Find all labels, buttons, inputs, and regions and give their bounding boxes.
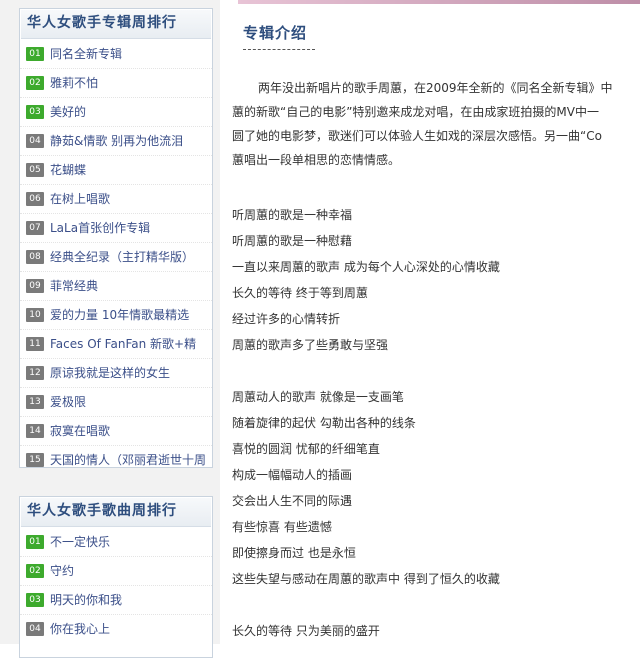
rank-number-badge: 06 <box>26 192 44 206</box>
stanza-gap <box>232 592 640 618</box>
lyric-line: 交会出人生不同的际遇 <box>232 494 353 508</box>
intro-line: 蕙的新歌“自己的电影”特别邀来成龙对唱，在由成家班拍摄的MV中一 <box>232 105 599 119</box>
lyric-line: 周蕙动人的歌声 就像是一支画笔 <box>232 390 404 404</box>
lyrics-block: 听周蕙的歌是一种幸福 听周蕙的歌是一种慰藉一直以来周蕙的歌声 成为每个人心深处的心… <box>232 202 640 644</box>
rank-number-badge: 03 <box>26 593 44 607</box>
sidebar: 华人女歌手专辑周排行 01 同名全新专辑 02 雅莉不怕 03 美好的 04 静茹&情歌 别再… <box>0 0 220 658</box>
rank-item[interactable]: 06 在树上唱歌 <box>20 185 212 214</box>
rank-item[interactable]: 12 原谅我就是这样的女生 <box>20 359 212 388</box>
rank-item-link[interactable]: 花蝴蝶 <box>50 156 86 184</box>
rank-item-link[interactable]: 同名全新专辑 <box>50 40 122 68</box>
rank-number-badge: 10 <box>26 308 44 322</box>
rank-item[interactable]: 07 LaLa首张创作专辑 <box>20 214 212 243</box>
rank-item-link[interactable]: LaLa首张创作专辑 <box>50 214 150 242</box>
rank-number-badge: 14 <box>26 424 44 438</box>
album-ranking-panel: 华人女歌手专辑周排行 01 同名全新专辑 02 雅莉不怕 03 美好的 04 静茹&情歌 别再… <box>19 8 213 468</box>
intro-line: 圆了她的电影梦，歌迷们可以体验人生如戏的深层次感悟。另一曲“Co <box>232 129 602 143</box>
rank-number-badge: 15 <box>26 453 44 467</box>
rank-number-badge: 02 <box>26 76 44 90</box>
rank-item-link[interactable]: 在树上唱歌 <box>50 185 110 213</box>
lyric-line: 听周蕙的歌是一种慰藉 <box>232 234 353 248</box>
rank-item[interactable]: 08 经典全纪录（主打精华版） <box>20 243 212 272</box>
album-ranking-title: 华人女歌手专辑周排行 <box>21 10 211 39</box>
banner-image-edge <box>238 0 640 4</box>
rank-item[interactable]: 03 美好的 <box>20 98 212 127</box>
stanza-gap <box>232 358 640 384</box>
rank-item[interactable]: 13 爱极限 <box>20 388 212 417</box>
intro-line: 蕙唱出一段单相思的恋情情感。 <box>232 153 401 167</box>
song-ranking-panel: 华人女歌手歌曲周排行 01 不一定快乐 02 守约 03 明天的你和我 04 你在我心上 <box>19 496 213 658</box>
rank-number-badge: 13 <box>26 395 44 409</box>
rank-item-link[interactable]: 不一定快乐 <box>50 528 110 556</box>
lyric-line: 周蕙的歌声多了些勇敢与坚强 <box>232 338 389 352</box>
lyric-line: 构成一幅幅动人的插画 <box>232 468 353 482</box>
rank-item-link[interactable]: 寂寞在唱歌 <box>50 417 110 445</box>
lyric-line: 有些惊喜 有些遗憾 <box>232 520 332 534</box>
intro-line: 两年没出新唱片的歌手周蕙，在2009年全新的《同名全新专辑》中 <box>258 81 613 95</box>
rank-item[interactable]: 01 不一定快乐 <box>20 528 212 557</box>
album-intro: 两年没出新唱片的歌手周蕙，在2009年全新的《同名全新专辑》中 蕙的新歌“自己的… <box>232 76 640 172</box>
song-ranking-title: 华人女歌手歌曲周排行 <box>21 498 211 527</box>
rank-item-link[interactable]: 美好的 <box>50 98 86 126</box>
rank-item[interactable]: 02 雅莉不怕 <box>20 69 212 98</box>
rank-number-badge: 05 <box>26 163 44 177</box>
rank-item[interactable]: 04 静茹&情歌 别再为他流泪 <box>20 127 212 156</box>
rank-number-badge: 01 <box>26 47 44 61</box>
rank-item-link[interactable]: 菲常经典 <box>50 272 98 300</box>
lyric-line: 一直以来周蕙的歌声 成为每个人心深处的心情收藏 <box>232 260 500 274</box>
lyric-line: 即使擦身而过 也是永恒 <box>232 546 356 560</box>
lyric-line: 长久的等待 只为美丽的盛开 <box>232 624 380 638</box>
rank-number-badge: 04 <box>26 134 44 148</box>
rank-item-link[interactable]: 原谅我就是这样的女生 <box>50 359 170 387</box>
rank-number-badge: 03 <box>26 105 44 119</box>
rank-number-badge: 11 <box>26 337 44 351</box>
lyric-line: 经过许多的心情转折 <box>232 312 341 326</box>
rank-number-badge: 12 <box>26 366 44 380</box>
rank-item[interactable]: 11 Faces Of FanFan 新歌+精 <box>20 330 212 359</box>
rank-item-link[interactable]: 雅莉不怕 <box>50 69 98 97</box>
rank-item-link[interactable]: 天国的情人（邓丽君逝世十周 <box>50 446 206 474</box>
lyric-line: 这些失望与感动在周蕙的歌声中 得到了恒久的收藏 <box>232 572 500 586</box>
rank-number-badge: 02 <box>26 564 44 578</box>
rank-item-link[interactable]: 守约 <box>50 557 74 585</box>
rank-number-badge: 01 <box>26 535 44 549</box>
rank-item[interactable]: 10 爱的力量 10年情歌最精选 <box>20 301 212 330</box>
rank-item-link[interactable]: 爱极限 <box>50 388 86 416</box>
rank-item-link[interactable]: 爱的力量 10年情歌最精选 <box>50 301 189 329</box>
rank-item-link[interactable]: Faces Of FanFan 新歌+精 <box>50 330 196 358</box>
rank-item[interactable]: 05 花蝴蝶 <box>20 156 212 185</box>
main-content: 专辑介绍 两年没出新唱片的歌手周蕙，在2009年全新的《同名全新专辑》中 蕙的新… <box>220 0 640 644</box>
lyric-line: 随着旋律的起伏 勾勒出各种的线条 <box>232 416 416 430</box>
album-ranking-list: 01 同名全新专辑 02 雅莉不怕 03 美好的 04 静茹&情歌 别再为他流泪 05 花蝴蝶 06… <box>20 40 212 474</box>
rank-number-badge: 07 <box>26 221 44 235</box>
rank-item[interactable]: 03 明天的你和我 <box>20 586 212 615</box>
rank-item-link[interactable]: 明天的你和我 <box>50 586 122 614</box>
lyric-line: 听周蕙的歌是一种幸福 <box>232 208 353 222</box>
rank-item-link[interactable]: 经典全纪录（主打精华版） <box>50 243 194 271</box>
lyric-line: 长久的等待 终于等到周蕙 <box>232 286 368 300</box>
rank-item[interactable]: 15 天国的情人（邓丽君逝世十周 <box>20 446 212 474</box>
rank-item-link[interactable]: 你在我心上 <box>50 615 110 643</box>
lyric-line: 喜悦的圆润 忧郁的纤细笔直 <box>232 442 380 456</box>
rank-number-badge: 08 <box>26 250 44 264</box>
rank-number-badge: 09 <box>26 279 44 293</box>
song-ranking-list: 01 不一定快乐 02 守约 03 明天的你和我 04 你在我心上 <box>20 528 212 643</box>
rank-item[interactable]: 09 菲常经典 <box>20 272 212 301</box>
rank-item[interactable]: 14 寂寞在唱歌 <box>20 417 212 446</box>
rank-item[interactable]: 04 你在我心上 <box>20 615 212 643</box>
rank-number-badge: 04 <box>26 622 44 636</box>
rank-item[interactable]: 02 守约 <box>20 557 212 586</box>
rank-item-link[interactable]: 静茹&情歌 别再为他流泪 <box>50 127 183 155</box>
section-title: 专辑介绍 <box>243 22 315 50</box>
rank-item[interactable]: 01 同名全新专辑 <box>20 40 212 69</box>
